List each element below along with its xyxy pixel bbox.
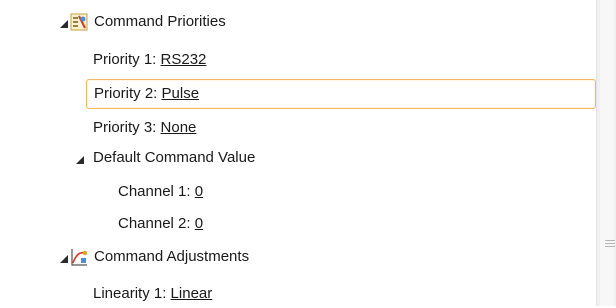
- property-value-link[interactable]: 0: [195, 183, 203, 200]
- property-label: Channel 2:: [118, 215, 191, 232]
- property-label: Priority 1:: [93, 51, 157, 68]
- category-label: Command Adjustments: [94, 248, 250, 265]
- property-value-link[interactable]: None: [161, 119, 197, 136]
- property-label: Priority 2:: [94, 85, 158, 102]
- property-value-link[interactable]: Linear: [171, 285, 213, 302]
- property-linearity-1[interactable]: Linearity 1: Linear: [93, 280, 212, 308]
- property-priority-1[interactable]: Priority 1: RS232: [93, 46, 206, 74]
- category-label: Command Priorities: [94, 13, 226, 30]
- scrollbar-thumb[interactable]: [600, 0, 615, 306]
- property-channel-1[interactable]: Channel 1: 0: [118, 178, 203, 206]
- property-value-link[interactable]: Pulse: [162, 85, 200, 102]
- property-value-link[interactable]: RS232: [161, 51, 207, 68]
- vertical-scrollbar[interactable]: [596, 0, 616, 306]
- property-label: Priority 3:: [93, 119, 157, 136]
- command-priorities-icon: [69, 12, 89, 32]
- collapse-arrow-icon[interactable]: [76, 155, 86, 165]
- category-command-priorities[interactable]: Command Priorities: [0, 8, 590, 36]
- property-priority-2-selected[interactable]: Priority 2: Pulse: [86, 79, 596, 109]
- scrollbar-grip-icon: [605, 240, 615, 248]
- category-label: Default Command Value: [93, 149, 256, 166]
- property-priority-3[interactable]: Priority 3: None: [93, 114, 196, 142]
- property-tree: Command Priorities Priority 1: RS232 Pri…: [0, 0, 596, 306]
- command-adjustments-icon: [69, 247, 89, 267]
- property-value-link[interactable]: 0: [195, 215, 203, 232]
- property-label: Channel 1:: [118, 183, 191, 200]
- category-default-command-value[interactable]: Default Command Value: [0, 144, 590, 172]
- category-command-adjustments[interactable]: Command Adjustments: [0, 243, 590, 271]
- property-label: Linearity 1:: [93, 285, 167, 302]
- property-channel-2[interactable]: Channel 2: 0: [118, 210, 203, 238]
